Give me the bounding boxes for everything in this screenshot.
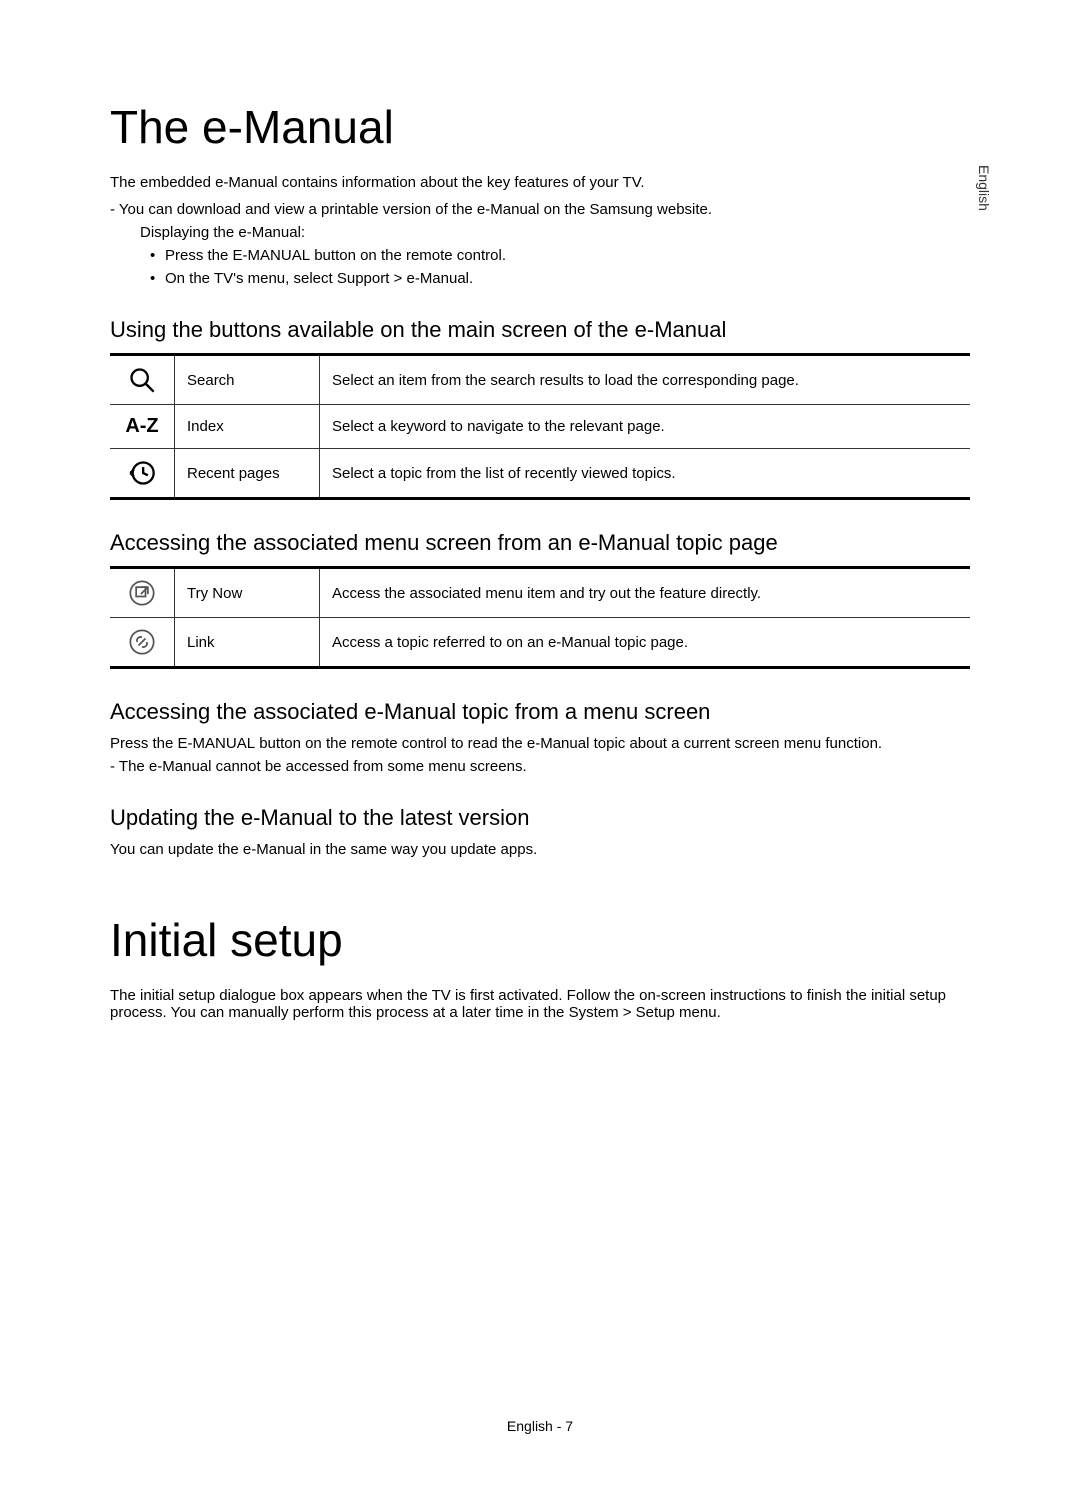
document-page: English The e-Manual The embedded e-Manu…	[0, 0, 1080, 1494]
text: Press the	[165, 247, 233, 264]
from-menu-text: Press the E-MANUAL button on the remote …	[110, 735, 970, 752]
cell-desc: Select a topic from the list of recently…	[320, 449, 971, 499]
download-note: You can download and view a printable ve…	[110, 201, 970, 218]
side-language-label: English	[976, 165, 992, 211]
cell-label: Index	[175, 405, 320, 449]
table-row: Link Access a topic referred to on an e-…	[110, 618, 970, 668]
bullet-press-emanual: Press the E-MANUAL button on the remote …	[110, 247, 970, 264]
displaying-label: Displaying the e-Manual:	[110, 224, 970, 241]
cell-desc: Select a keyword to navigate to the rele…	[320, 405, 971, 449]
text: menu.	[675, 1004, 721, 1021]
cell-label: Recent pages	[175, 449, 320, 499]
updating-text: You can update the e-Manual in the same …	[110, 841, 970, 858]
heading-from-menu: Accessing the associated e-Manual topic …	[110, 699, 970, 725]
text: .	[469, 270, 473, 287]
heading-updating: Updating the e-Manual to the latest vers…	[110, 805, 970, 831]
text: Press the	[110, 735, 178, 752]
heading-emanual: The e-Manual	[110, 100, 970, 154]
intro-text: The embedded e-Manual contains informati…	[110, 174, 970, 191]
table-topic-page: Try Now Access the associated menu item …	[110, 566, 970, 669]
text: button on the remote control to read the…	[255, 735, 882, 752]
text: On the TV's menu, select	[165, 270, 337, 287]
table-main-buttons: Search Select an item from the search re…	[110, 353, 970, 500]
emanual-button-label: E-MANUAL	[178, 735, 256, 752]
cell-desc: Select an item from the search results t…	[320, 355, 971, 405]
try-now-icon	[110, 568, 175, 618]
cell-desc: Access a topic referred to on an e-Manua…	[320, 618, 971, 668]
heading-associated-menu: Accessing the associated menu screen fro…	[110, 530, 970, 556]
initial-setup-text: The initial setup dialogue box appears w…	[110, 987, 970, 1021]
bullet-menu-path: On the TV's menu, select Support > e-Man…	[110, 270, 970, 287]
table-row: Try Now Access the associated menu item …	[110, 568, 970, 618]
emanual-button-label: E-MANUAL	[233, 247, 311, 264]
page-footer: English - 7	[0, 1418, 1080, 1434]
table-row: Recent pages Select a topic from the lis…	[110, 449, 970, 499]
cell-label: Search	[175, 355, 320, 405]
menu-path: System > Setup	[569, 1004, 675, 1021]
text: button on the remote control.	[310, 247, 506, 264]
table-row: A-Z Index Select a keyword to navigate t…	[110, 405, 970, 449]
text: The initial setup dialogue box appears w…	[110, 987, 946, 1021]
cell-desc: Access the associated menu item and try …	[320, 568, 971, 618]
from-menu-note: The e-Manual cannot be accessed from som…	[110, 758, 970, 775]
heading-main-buttons: Using the buttons available on the main …	[110, 317, 970, 343]
table-row: Search Select an item from the search re…	[110, 355, 970, 405]
heading-initial-setup: Initial setup	[110, 913, 970, 967]
search-icon	[110, 355, 175, 405]
recent-icon	[110, 449, 175, 499]
cell-label: Link	[175, 618, 320, 668]
menu-path: Support > e-Manual	[337, 270, 469, 287]
index-icon: A-Z	[110, 405, 175, 449]
link-icon	[110, 618, 175, 668]
cell-label: Try Now	[175, 568, 320, 618]
